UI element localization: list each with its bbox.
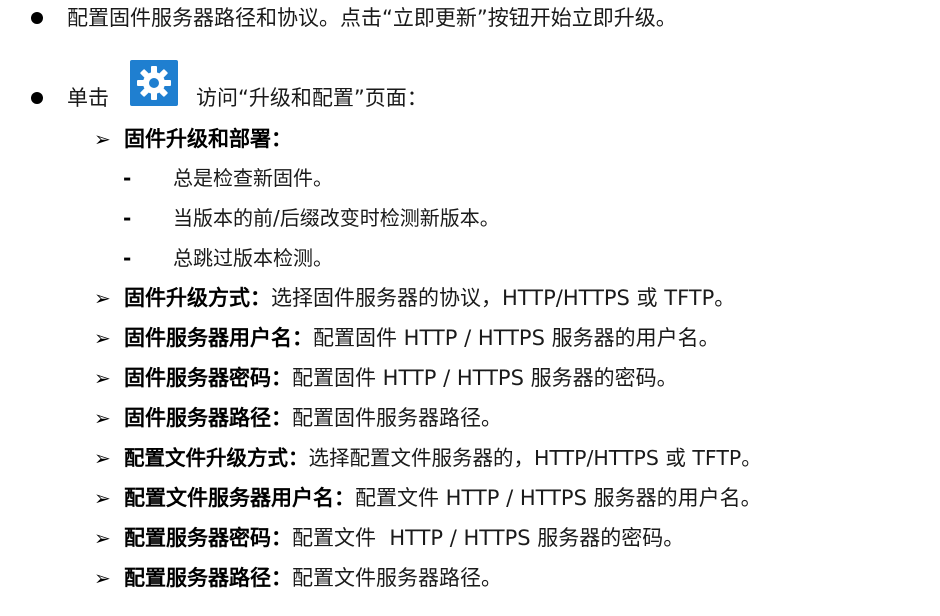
arrow-bullet-icon: ➢ (94, 286, 111, 310)
sub-option-2: 当版本的前/后缀改变时检测新版本。 (173, 206, 500, 230)
setting-row: 配置文件服务器用户名：配置文件 HTTP / HTTPS 服务器的用户名。 (124, 483, 762, 513)
setting-row: 配置服务器密码：配置文件 HTTP / HTTPS 服务器的密码。 (124, 523, 684, 553)
setting-row: 配置文件升级方式：选择配置文件服务器的，HTTP/HTTPS 或 TFTP。 (124, 443, 762, 473)
setting-desc: 配置固件服务器路径。 (292, 406, 502, 430)
setting-row: 配置服务器路径：配置文件服务器路径。 (124, 563, 502, 593)
arrow-bullet-icon: ➢ (94, 366, 111, 390)
dash-bullet: - (123, 246, 132, 270)
setting-desc: 配置固件 HTTP / HTTPS 服务器的用户名。 (313, 326, 720, 350)
setting-row: 固件服务器密码：配置固件 HTTP / HTTPS 服务器的密码。 (124, 363, 678, 393)
settings-gear-icon[interactable] (130, 60, 178, 106)
setting-label: 配置文件升级方式： (124, 446, 309, 470)
arrow-bullet-icon: ➢ (94, 446, 111, 470)
instruction-line-2-prefix: 单击 (67, 86, 109, 110)
setting-label: 配置服务器路径： (124, 566, 292, 590)
setting-label: 固件升级方式： (124, 286, 271, 310)
setting-label: 固件服务器路径： (124, 406, 292, 430)
setting-desc: 配置文件 HTTP / HTTPS 服务器的密码。 (292, 526, 685, 550)
bullet-dot (31, 92, 43, 104)
setting-label: 配置服务器密码： (124, 526, 292, 550)
arrow-bullet-icon: ➢ (94, 526, 111, 550)
sub-heading: 固件升级和部署： (124, 127, 292, 151)
instruction-line-1: 配置固件服务器路径和协议。点击“立即更新”按钮开始立即升级。 (67, 6, 677, 30)
setting-label: 固件服务器密码： (124, 366, 292, 390)
setting-desc: 选择配置文件服务器的，HTTP/HTTPS 或 TFTP。 (308, 446, 762, 470)
arrow-bullet-icon: ➢ (94, 486, 111, 510)
setting-row: 固件服务器用户名：配置固件 HTTP / HTTPS 服务器的用户名。 (124, 323, 720, 353)
setting-label: 配置文件服务器用户名： (124, 486, 355, 510)
instruction-line-2-suffix: 访问“升级和配置”页面： (196, 86, 428, 110)
dash-bullet: - (123, 166, 132, 190)
setting-label: 固件服务器用户名： (124, 326, 313, 350)
arrow-bullet-icon: ➢ (94, 566, 111, 590)
arrow-bullet-icon: ➢ (94, 127, 111, 151)
bullet-dot (31, 12, 43, 24)
setting-row: 固件升级方式：选择固件服务器的协议，HTTP/HTTPS 或 TFTP。 (124, 283, 735, 313)
setting-desc: 配置文件服务器路径。 (292, 566, 502, 590)
sub-option-1: 总是检查新固件。 (173, 166, 333, 190)
arrow-bullet-icon: ➢ (94, 406, 111, 430)
sub-option-3: 总跳过版本检测。 (173, 246, 333, 270)
setting-desc: 配置文件 HTTP / HTTPS 服务器的用户名。 (355, 486, 762, 510)
setting-desc: 配置固件 HTTP / HTTPS 服务器的密码。 (292, 366, 678, 390)
dash-bullet: - (123, 206, 132, 230)
gear-icon (137, 66, 171, 100)
setting-desc: 选择固件服务器的协议，HTTP/HTTPS 或 TFTP。 (271, 286, 736, 310)
setting-row: 固件服务器路径：配置固件服务器路径。 (124, 403, 502, 433)
arrow-bullet-icon: ➢ (94, 326, 111, 350)
